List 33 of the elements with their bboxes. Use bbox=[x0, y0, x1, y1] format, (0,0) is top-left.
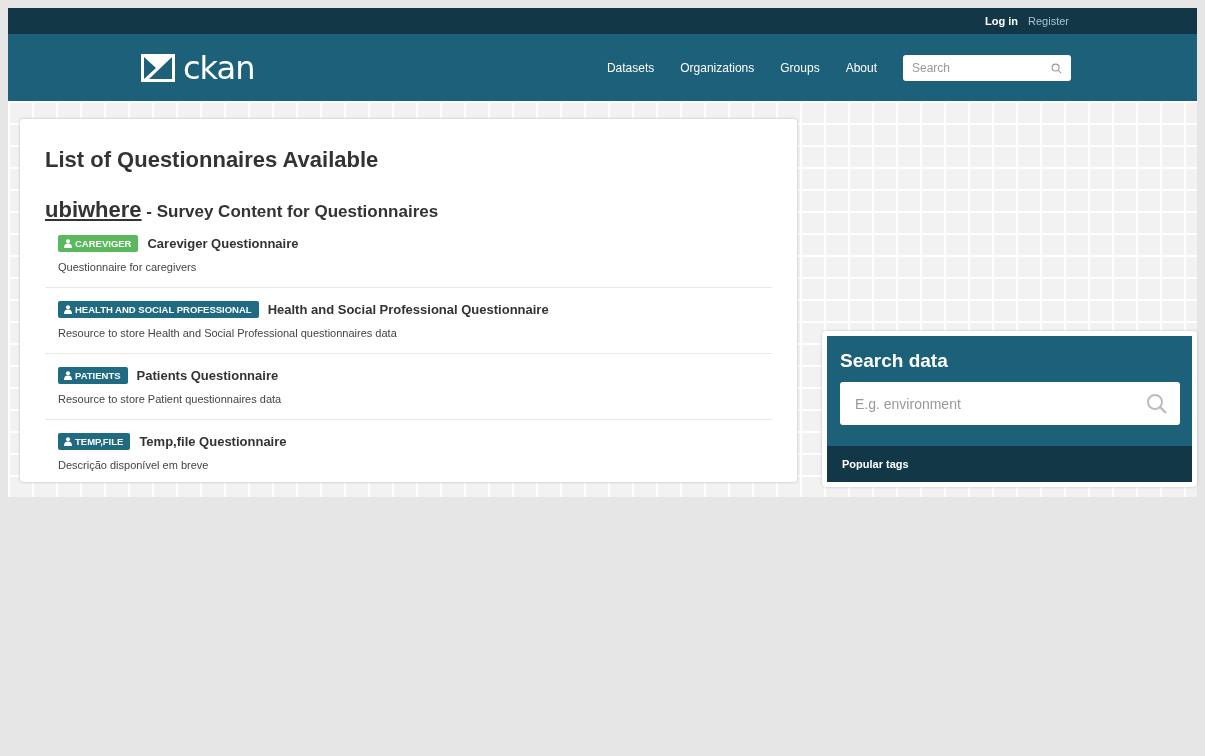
resource-description: Descrição disponível em breve bbox=[58, 457, 210, 472]
search-field[interactable]: Search bbox=[903, 54, 1071, 81]
format-badge[interactable]: HEALTH AND SOCIAL PROFESSIONAL bbox=[58, 300, 259, 318]
resource-description: Resource to store Health and Social Professional questionnaires data bbox=[58, 325, 398, 340]
logo-text: ckan bbox=[183, 51, 255, 84]
resource-title-link[interactable]: Careviger Questionnaire bbox=[147, 235, 299, 251]
search-icon bbox=[1146, 393, 1168, 415]
organization-link[interactable]: ubiwhere bbox=[45, 197, 142, 223]
nav-link[interactable]: Groups bbox=[780, 60, 820, 75]
page-heading: List of Questionnaires Available bbox=[45, 147, 380, 174]
panel-heading: Search data bbox=[839, 349, 949, 373]
format-badge[interactable]: PATIENTS bbox=[58, 366, 128, 384]
resource-title-link[interactable]: Temp,file Questionnaire bbox=[139, 433, 287, 449]
person-icon bbox=[64, 238, 72, 248]
person-icon bbox=[64, 304, 72, 314]
popular-tags-heading[interactable]: Popular tags bbox=[827, 446, 1192, 482]
section-heading: - Survey Content for Questionnaires bbox=[145, 202, 439, 222]
person-icon bbox=[64, 370, 72, 380]
search-field[interactable]: E.g. environment bbox=[840, 382, 1180, 425]
nav-link[interactable]: Datasets bbox=[606, 60, 655, 75]
nav-link[interactable]: About bbox=[845, 60, 877, 75]
resource-description: Questionnaire for caregivers bbox=[58, 259, 198, 274]
resource-description: Resource to store Patient questionnaires data bbox=[58, 391, 283, 406]
person-icon bbox=[64, 436, 72, 446]
resource-title-link[interactable]: Health and Social Professional Questionnaire bbox=[267, 301, 549, 317]
nav-link[interactable]: Organizations bbox=[680, 60, 755, 75]
resource-title-link[interactable]: Patients Questionnaire bbox=[136, 367, 279, 383]
login-link[interactable]: Log in bbox=[985, 15, 1019, 27]
search-icon bbox=[1051, 62, 1062, 74]
register-link[interactable]: Register bbox=[1028, 15, 1069, 27]
site-logo[interactable]: ckan bbox=[141, 51, 255, 84]
envelope-logo-icon bbox=[141, 53, 175, 82]
format-badge[interactable]: TEMP,FILE bbox=[58, 432, 131, 450]
